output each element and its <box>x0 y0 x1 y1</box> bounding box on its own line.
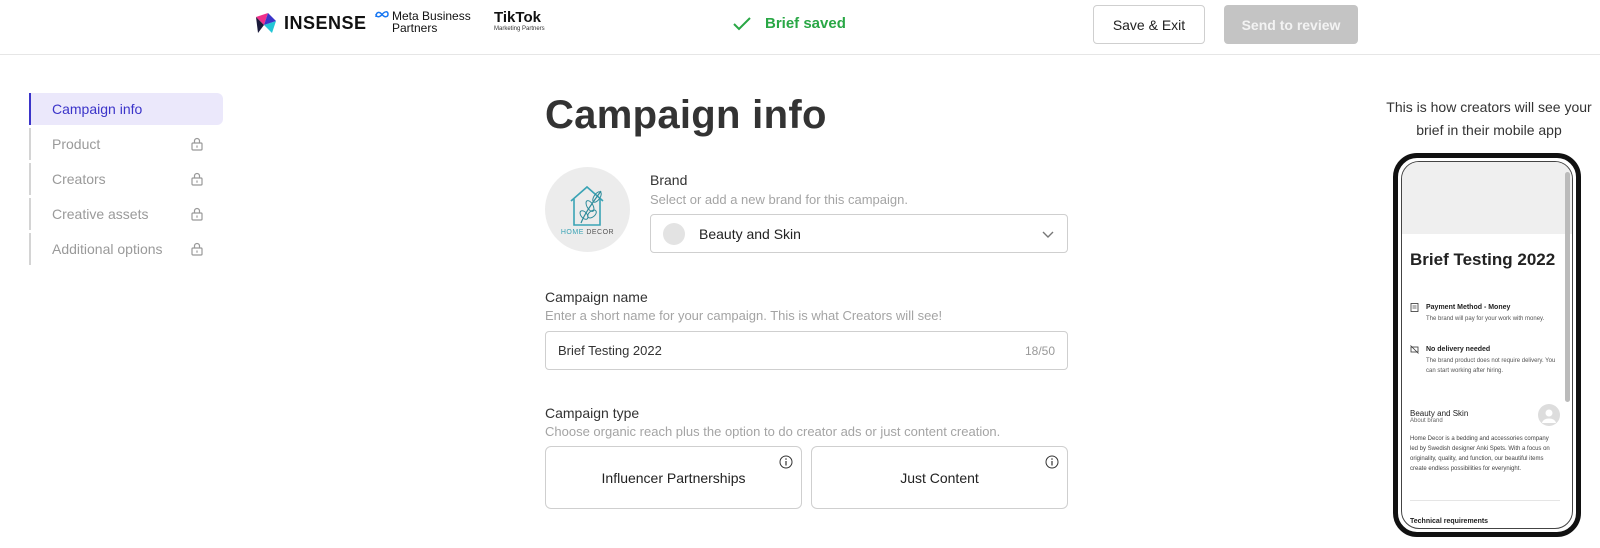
preview-scrollbar[interactable] <box>1565 172 1570 402</box>
brand-label: Brand <box>650 172 688 188</box>
campaign-name-value: Brief Testing 2022 <box>558 343 662 358</box>
check-icon <box>733 16 751 30</box>
meta-partners-logo: Meta Business Partners <box>375 10 471 34</box>
save-exit-button[interactable]: Save & Exit <box>1093 5 1205 44</box>
campaign-type-option-label: Influencer Partnerships <box>601 469 746 486</box>
campaign-type-label: Campaign type <box>545 405 640 421</box>
save-status: Brief saved <box>733 15 846 32</box>
meta-infinity-icon <box>375 11 389 18</box>
preview-divider <box>1410 500 1560 501</box>
sidebar-item-creative-assets[interactable]: Creative assets <box>29 198 223 230</box>
sidebar-item-additional-options[interactable]: Additional options <box>29 233 223 265</box>
sidebar-item-campaign-info[interactable]: Campaign info <box>29 93 223 125</box>
steps-sidebar: Campaign info Product Creators Creative … <box>29 93 223 268</box>
campaign-name-input[interactable]: Brief Testing 2022 18/50 <box>545 331 1068 370</box>
preview-hint: This is how creators will see your brief… <box>1386 99 1592 138</box>
brand-logo[interactable]: HOME DECOR <box>545 167 630 252</box>
preview-brand-name: Beauty and Skin <box>1410 409 1469 418</box>
mobile-preview-screen[interactable]: Brief Testing 2022 Payment Method - Mone… <box>1401 161 1573 529</box>
money-icon <box>1410 303 1419 312</box>
info-icon[interactable] <box>1045 455 1059 469</box>
campaign-type-influencer-partnerships[interactable]: Influencer Partnerships <box>545 446 802 509</box>
sidebar-item-label: Product <box>52 136 101 152</box>
sidebar-item-creators[interactable]: Creators <box>29 163 223 195</box>
sidebar-item-label: Campaign info <box>52 101 143 117</box>
insense-mark-icon <box>254 11 278 35</box>
preview-payment-title: Payment Method - Money <box>1426 304 1511 311</box>
campaign-type-just-content[interactable]: Just Content <box>811 446 1068 509</box>
preview-brand-desc: Home Decor is a bedding and accessories … <box>1410 436 1550 472</box>
campaign-type-option-label: Just Content <box>900 469 979 486</box>
tiktok-partners-logo: TikTok Marketing Partners <box>494 10 545 33</box>
send-to-review-button[interactable]: Send to review <box>1224 5 1358 44</box>
preview-title: Brief Testing 2022 <box>1410 250 1556 269</box>
brand-logo-text: HOME DECOR <box>560 229 615 236</box>
brand-thumbnail <box>663 222 685 245</box>
page-title: Campaign info <box>545 93 827 137</box>
campaign-name-label: Campaign name <box>545 289 648 305</box>
preview-tech-title: Technical requirements <box>1410 518 1489 525</box>
preview-cover-image <box>1402 162 1572 234</box>
preview-delivery: No delivery needed The brand product doe… <box>1410 345 1558 376</box>
lock-icon <box>191 172 203 186</box>
tiktok-wordmark: TikTok <box>494 9 541 26</box>
preview-delivery-desc: The brand product does not require deliv… <box>1426 358 1556 374</box>
tiktok-subtitle: Marketing Partners <box>494 26 545 32</box>
chevron-down-icon <box>1042 231 1054 238</box>
sidebar-item-label: Additional options <box>52 241 163 257</box>
insense-wordmark: INSENSE <box>284 12 367 33</box>
sidebar-item-label: Creators <box>52 171 106 187</box>
preview-brand: Beauty and Skin About brand <box>1410 409 1558 424</box>
save-status-text: Brief saved <box>765 15 846 32</box>
lock-icon <box>191 207 203 221</box>
mobile-preview: Brief Testing 2022 Payment Method - Mone… <box>1393 153 1581 537</box>
sidebar-item-product[interactable]: Product <box>29 128 223 160</box>
meta-line-2: Partners <box>392 21 438 35</box>
lock-icon <box>191 137 203 151</box>
brand-hint: Select or add a new brand for this campa… <box>650 192 908 207</box>
campaign-type-hint: Choose organic reach plus the option to … <box>545 424 1001 439</box>
house-leaf-icon <box>570 185 604 226</box>
lock-icon <box>191 242 203 256</box>
preview-payment: Payment Method - Money The brand will pa… <box>1410 303 1558 324</box>
preview-payment-desc: The brand will pay for your work with mo… <box>1426 316 1545 322</box>
sidebar-item-label: Creative assets <box>52 206 149 222</box>
top-header: INSENSE Meta Business Partners TikTok Ma… <box>0 0 1600 55</box>
info-icon[interactable] <box>779 455 793 469</box>
preview-brand-avatar-icon <box>1538 404 1560 426</box>
brand-select-value: Beauty and Skin <box>699 225 801 242</box>
no-delivery-icon <box>1410 345 1419 354</box>
preview-brand-sub: About brand <box>1410 418 1443 424</box>
brand-select[interactable]: Beauty and Skin <box>650 214 1068 253</box>
preview-delivery-title: No delivery needed <box>1426 346 1491 353</box>
char-counter: 18/50 <box>1024 344 1055 358</box>
insense-logo[interactable]: INSENSE <box>254 11 367 35</box>
campaign-name-hint: Enter a short name for your campaign. Th… <box>545 308 943 323</box>
